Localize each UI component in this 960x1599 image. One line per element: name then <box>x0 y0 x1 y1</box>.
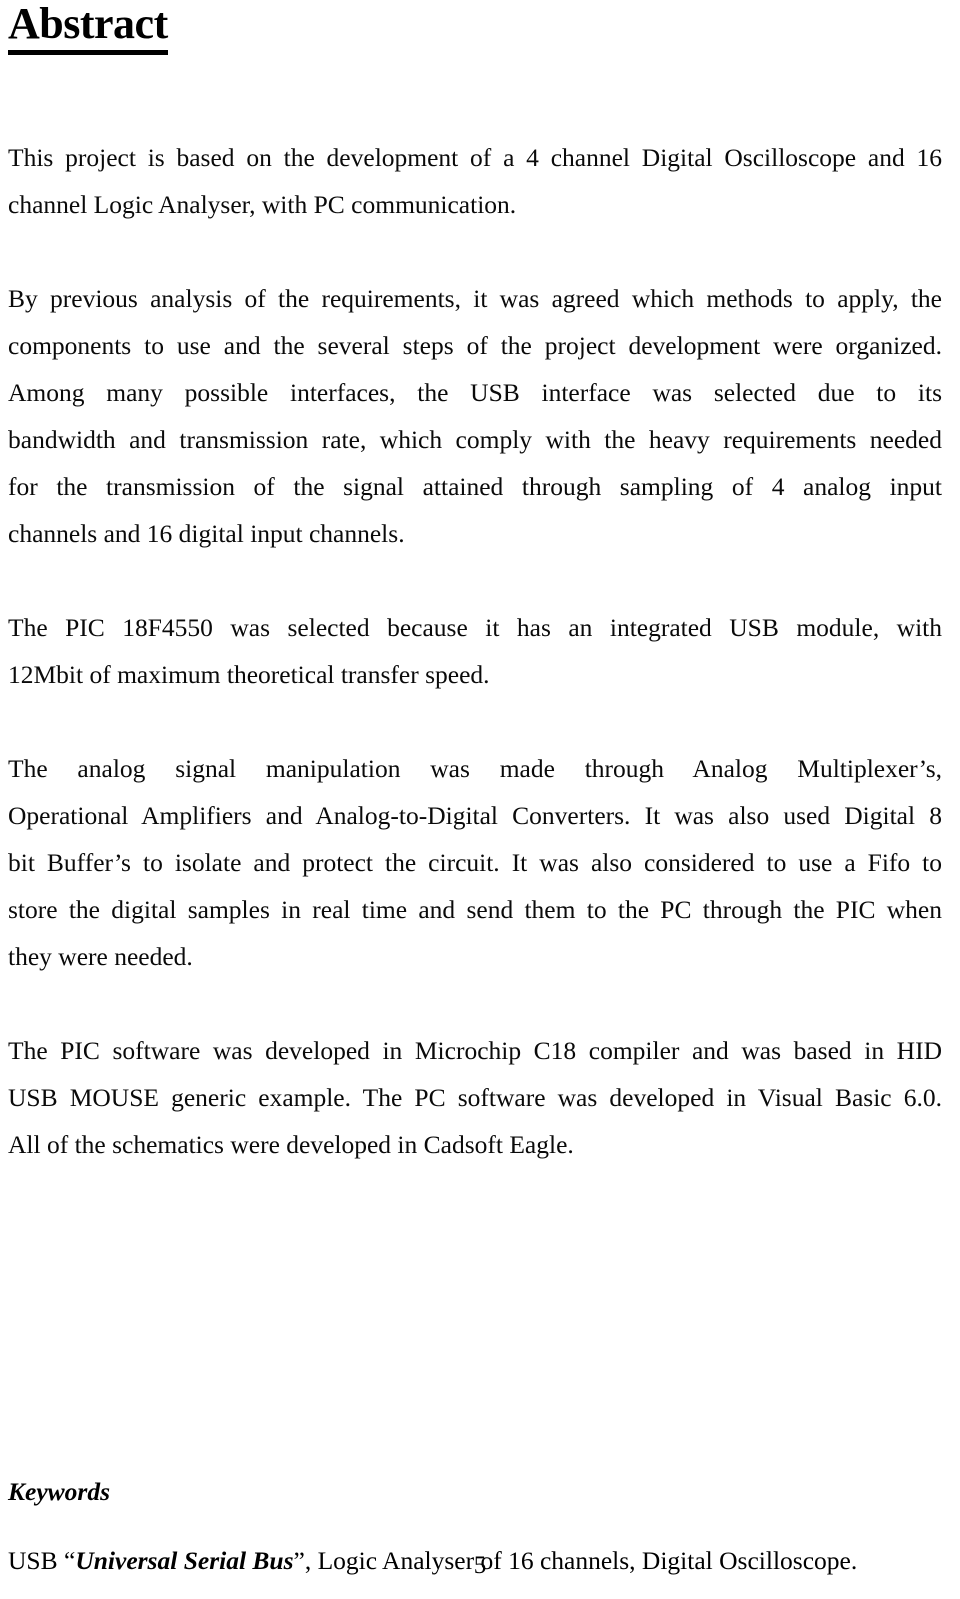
paragraph-2-line-2: components to use and the several steps … <box>8 331 942 360</box>
paragraph-1-line-1: This project is based on the development… <box>8 143 942 172</box>
paragraph-6-line-2: USB MOUSE generic example. The PC softwa… <box>8 1083 942 1112</box>
paragraph-3-line-2: bandwidth and transmission rate, which c… <box>8 425 942 454</box>
document-page: Abstract This project is based on the de… <box>0 0 960 1599</box>
page-number: 5 <box>473 1552 487 1579</box>
paragraph-4: The PIC 18F4550 was selected because it … <box>8 604 942 698</box>
page-title: Abstract <box>8 0 168 55</box>
paragraph-5-line-2: Operational Amplifiers and Analog-to-Dig… <box>8 801 942 830</box>
paragraph-4-line-2: 12Mbit of maximum theoretical transfer s… <box>8 660 490 689</box>
paragraph-6-line-3: All of the schematics were developed in … <box>8 1130 574 1159</box>
paragraph-3: Among many possible interfaces, the USB … <box>8 369 942 557</box>
paragraph-3-line-3: for the transmission of the signal attai… <box>8 472 942 501</box>
paragraph-5-line-5: they were needed. <box>8 942 193 971</box>
paragraph-1-line-2: channel Logic Analyser, with PC communic… <box>8 190 517 219</box>
page-title-container: Abstract <box>8 0 942 62</box>
paragraph-5: The analog signal manipulation was made … <box>8 745 942 980</box>
paragraph-3-line-4: channels and 16 digital input channels. <box>8 519 405 548</box>
keywords-heading: Keywords <box>8 1477 110 1506</box>
paragraph-5-line-3: bit Buffer’s to isolate and protect the … <box>8 848 942 877</box>
paragraph-5-line-4: store the digital samples in real time a… <box>8 895 942 924</box>
paragraph-6: The PIC software was developed in Microc… <box>8 1027 942 1168</box>
abstract-body: This project is based on the development… <box>8 134 942 1168</box>
keywords-spacer <box>8 1168 942 1468</box>
paragraph-2-line-1: By previous analysis of the requirements… <box>8 284 942 313</box>
paragraph-5-line-1: The analog signal manipulation was made … <box>8 754 942 783</box>
paragraph-4-line-1: The PIC 18F4550 was selected because it … <box>8 613 942 642</box>
paragraph-3-line-1: Among many possible interfaces, the USB … <box>8 378 942 407</box>
paragraph-1: This project is based on the development… <box>8 134 942 228</box>
paragraph-2: By previous analysis of the requirements… <box>8 275 942 369</box>
paragraph-6-line-1: The PIC software was developed in Microc… <box>8 1036 942 1065</box>
